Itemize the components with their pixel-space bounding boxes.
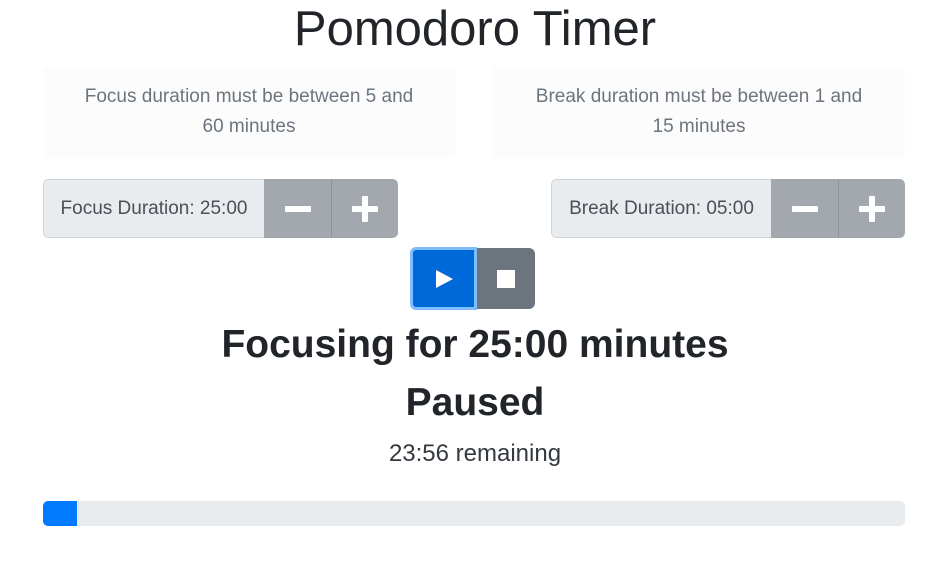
focus-duration-label: Focus Duration: 25:00: [43, 179, 264, 238]
plus-icon: [859, 195, 885, 222]
break-increment-button[interactable]: [838, 179, 905, 238]
plus-icon: [352, 195, 378, 222]
timer-state-text: Paused: [405, 381, 545, 424]
progress-bar-fill: [43, 501, 78, 526]
minus-icon: [284, 205, 311, 212]
stop-icon: [497, 269, 515, 288]
focus-increment-button[interactable]: [331, 179, 398, 238]
break-decrement-button[interactable]: [771, 179, 838, 238]
progress-bar: [43, 501, 905, 526]
time-remaining-text: 23:56 remaining: [388, 440, 562, 467]
break-duration-label: Break Duration: 05:00: [551, 179, 771, 238]
break-duration-group: Break Duration: 05:00: [551, 179, 905, 238]
timer-controls: [410, 247, 535, 310]
pomodoro-app: Pomodoro Timer Focus duration must be be…: [0, 0, 950, 583]
page-title: Pomodoro Timer: [293, 2, 657, 56]
timer-mode-text: Focusing for 25:00 minutes: [221, 323, 729, 366]
minus-icon: [791, 205, 818, 212]
break-duration-note: Break duration must be between 1 and 15 …: [493, 68, 905, 158]
focus-duration-note: Focus duration must be between 5 and 60 …: [43, 68, 455, 158]
play-icon: [435, 269, 453, 288]
focus-decrement-button[interactable]: [264, 179, 331, 238]
focus-duration-group: Focus Duration: 25:00: [43, 179, 398, 238]
stop-button[interactable]: [477, 248, 535, 309]
play-button[interactable]: [410, 247, 477, 310]
